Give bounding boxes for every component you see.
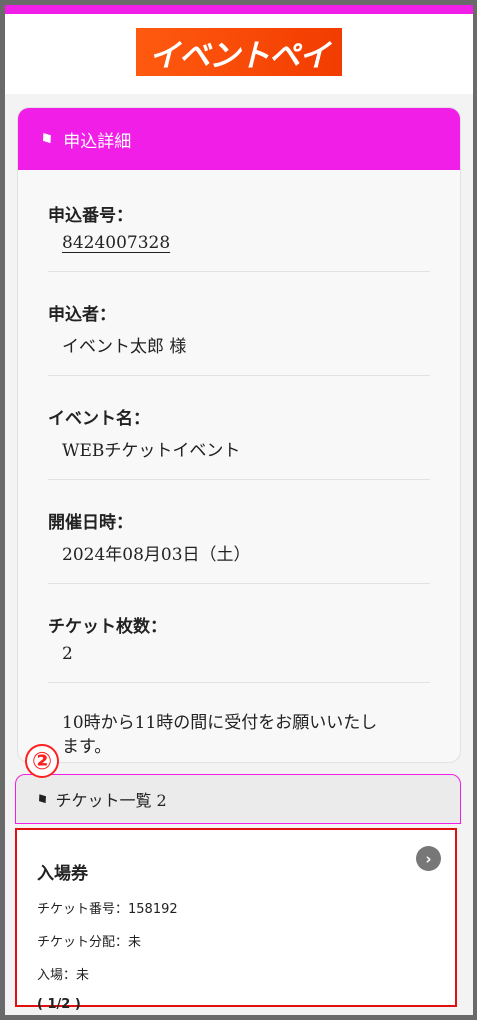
field-label: イベント名： [48,409,150,429]
ticket-tag-icon: ♦ [32,787,54,811]
field-application-number: 申込番号： 8424007328 [48,170,430,272]
app-frame: イベントペイ ♦ 申込詳細 申込番号： 8424007328 申込者： イベント… [5,5,473,1015]
field-label: 申込番号： [48,206,133,226]
ticket-tag-icon: ♦ [35,126,60,152]
field-label: 開催日時： [48,513,133,533]
note-line: 10時から11時の間に受付をお願いいたし [62,713,378,733]
field-ticket-count: チケット枚数： 2 [48,584,430,683]
header: イベントペイ [5,14,473,94]
application-details-card: ♦ 申込詳細 申込番号： 8424007328 申込者： イベント太郎 様 イベ… [17,107,461,763]
annotation-number-badge: ② [25,744,59,778]
ticket-entry-status: 入場：未 [37,968,90,983]
chevron-right-icon[interactable]: › [416,846,441,871]
field-applicant: 申込者： イベント太郎 様 [48,272,430,376]
ticket-number: チケット番号：158192 [37,902,178,917]
field-event-date: 開催日時： 2024年08月03日（土） [48,480,430,584]
note-line: ます。 [62,737,112,757]
field-value: イベント太郎 様 [62,337,187,357]
eventpay-logo[interactable]: イベントペイ [136,28,342,76]
ticket-item[interactable]: › 入場券 チケット番号：158192 チケット分配：未 入場：未 ( 1/2 … [15,828,457,1012]
logo-text: イベントペイ [149,37,330,74]
application-number-link[interactable]: 8424007328 [48,233,430,253]
field-label: チケット枚数： [48,617,167,637]
ticket-count: ( 1/2 ) [37,997,81,1012]
field-value: WEBチケットイベント [62,441,241,461]
ticket-list-header: ♦ チケット一覧 2 [15,774,461,824]
field-label: 申込者： [48,305,116,325]
field-value: 2 [62,644,73,664]
ticket-list-title: チケット一覧 2 [55,791,167,810]
ticket-name: 入場券 [37,864,88,884]
reception-note: 10時から11時の間に受付をお願いいたし ます。 [48,683,430,759]
field-event-name: イベント名： WEBチケットイベント [48,376,430,480]
card-header: ♦ 申込詳細 [18,108,460,170]
field-value: 2024年08月03日（土） [62,545,251,565]
ticket-distribution: チケット分配：未 [37,935,142,950]
card-title: 申込詳細 [63,131,132,152]
